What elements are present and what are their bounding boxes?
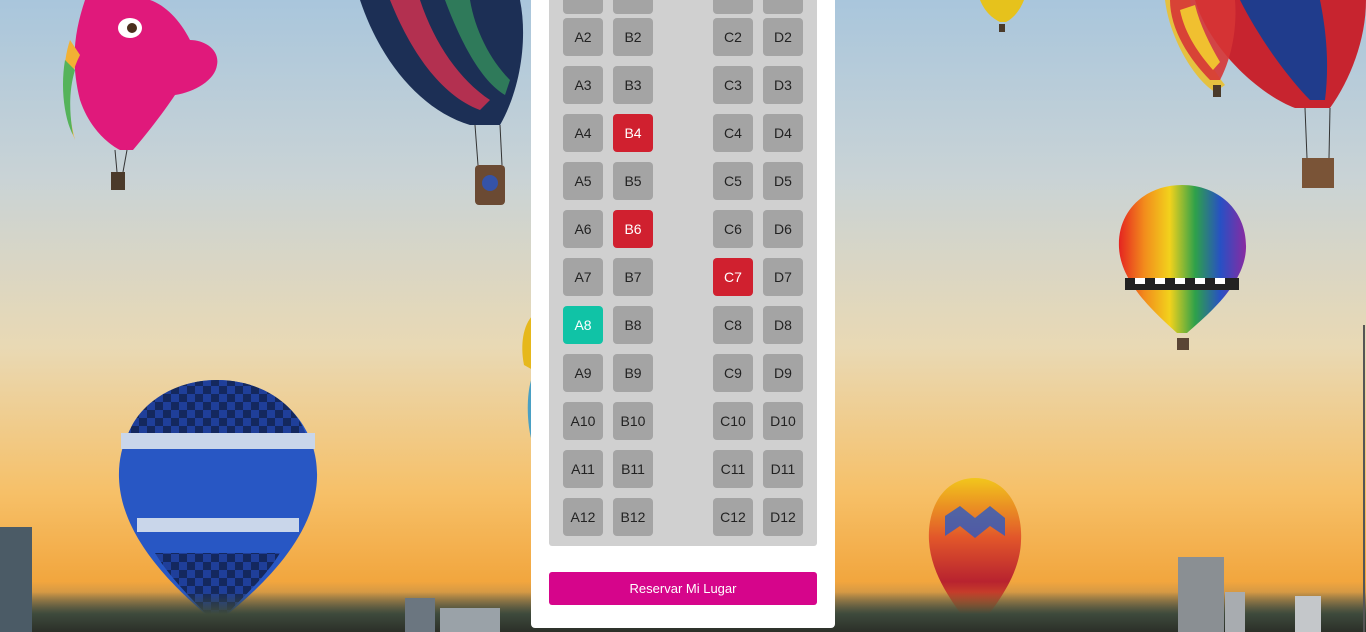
seat-partial[interactable] [763,0,803,14]
seat-b9[interactable]: B9 [613,354,653,392]
seat-a8[interactable]: A8 [563,306,603,344]
rainbow-balloon-image [1118,185,1247,350]
seat-d8[interactable]: D8 [763,306,803,344]
seat-a12[interactable]: A12 [563,498,603,536]
seat-b11[interactable]: B11 [613,450,653,488]
building [440,608,500,632]
seat-c2[interactable]: C2 [713,18,753,56]
seat-a3[interactable]: A3 [563,66,603,104]
seat-d12[interactable]: D12 [763,498,803,536]
building [0,527,32,632]
seat-d11[interactable]: D11 [763,450,803,488]
seat-c9[interactable]: C9 [713,354,753,392]
seat-d2[interactable]: D2 [763,18,803,56]
patterned-balloon-image [1170,0,1236,97]
seat-b6[interactable]: B6 [613,210,653,248]
seat-partial[interactable] [713,0,753,14]
seat-c11[interactable]: C11 [713,450,753,488]
building [1295,596,1321,632]
seat-b7[interactable]: B7 [613,258,653,296]
unicorn-balloon-image [62,0,218,190]
seat-c5[interactable]: C5 [713,162,753,200]
seat-b2[interactable]: B2 [613,18,653,56]
seat-d7[interactable]: D7 [763,258,803,296]
scrollbar-thumb[interactable] [1363,325,1365,632]
seat-c3[interactable]: C3 [713,66,753,104]
seat-d3[interactable]: D3 [763,66,803,104]
booking-card: A2 B2 C2 D2 A3 B3 C3 D3 A4 B4 C4 D4 A5 B5 C5 D5 A6 B6 C6 D6… [531,0,835,628]
seat-b12[interactable]: B12 [613,498,653,536]
seat-map: A2 B2 C2 D2 A3 B3 C3 D3 A4 B4 C4 D4 A5 B5 C5 D5 A6 B6 C6 D6… [549,0,817,546]
building [405,598,435,632]
scrollbar[interactable] [1362,0,1366,632]
seat-c8[interactable]: C8 [713,306,753,344]
seat-partial[interactable] [613,0,653,14]
seat-a10[interactable]: A10 [563,402,603,440]
seat-a6[interactable]: A6 [563,210,603,248]
seat-a7[interactable]: A7 [563,258,603,296]
seat-c6[interactable]: C6 [713,210,753,248]
reserve-button[interactable]: Reservar Mi Lugar [549,572,817,605]
seat-partial[interactable] [563,0,603,14]
seat-a11[interactable]: A11 [563,450,603,488]
seat-d10[interactable]: D10 [763,402,803,440]
seat-a9[interactable]: A9 [563,354,603,392]
seat-b3[interactable]: B3 [613,66,653,104]
building [1225,592,1245,632]
seat-a5[interactable]: A5 [563,162,603,200]
seat-d6[interactable]: D6 [763,210,803,248]
seat-a4[interactable]: A4 [563,114,603,152]
seat-c12[interactable]: C12 [713,498,753,536]
yellow-balloon-image [980,0,1024,32]
seat-a2[interactable]: A2 [563,18,603,56]
seat-c7[interactable]: C7 [713,258,753,296]
seat-d4[interactable]: D4 [763,114,803,152]
seat-d9[interactable]: D9 [763,354,803,392]
building [1178,557,1224,632]
seat-b5[interactable]: B5 [613,162,653,200]
seat-b10[interactable]: B10 [613,402,653,440]
seat-b8[interactable]: B8 [613,306,653,344]
seat-c10[interactable]: C10 [713,402,753,440]
dark-balloon-image [360,0,524,205]
seat-b4[interactable]: B4 [613,114,653,152]
seat-c4[interactable]: C4 [713,114,753,152]
seat-d5[interactable]: D5 [763,162,803,200]
